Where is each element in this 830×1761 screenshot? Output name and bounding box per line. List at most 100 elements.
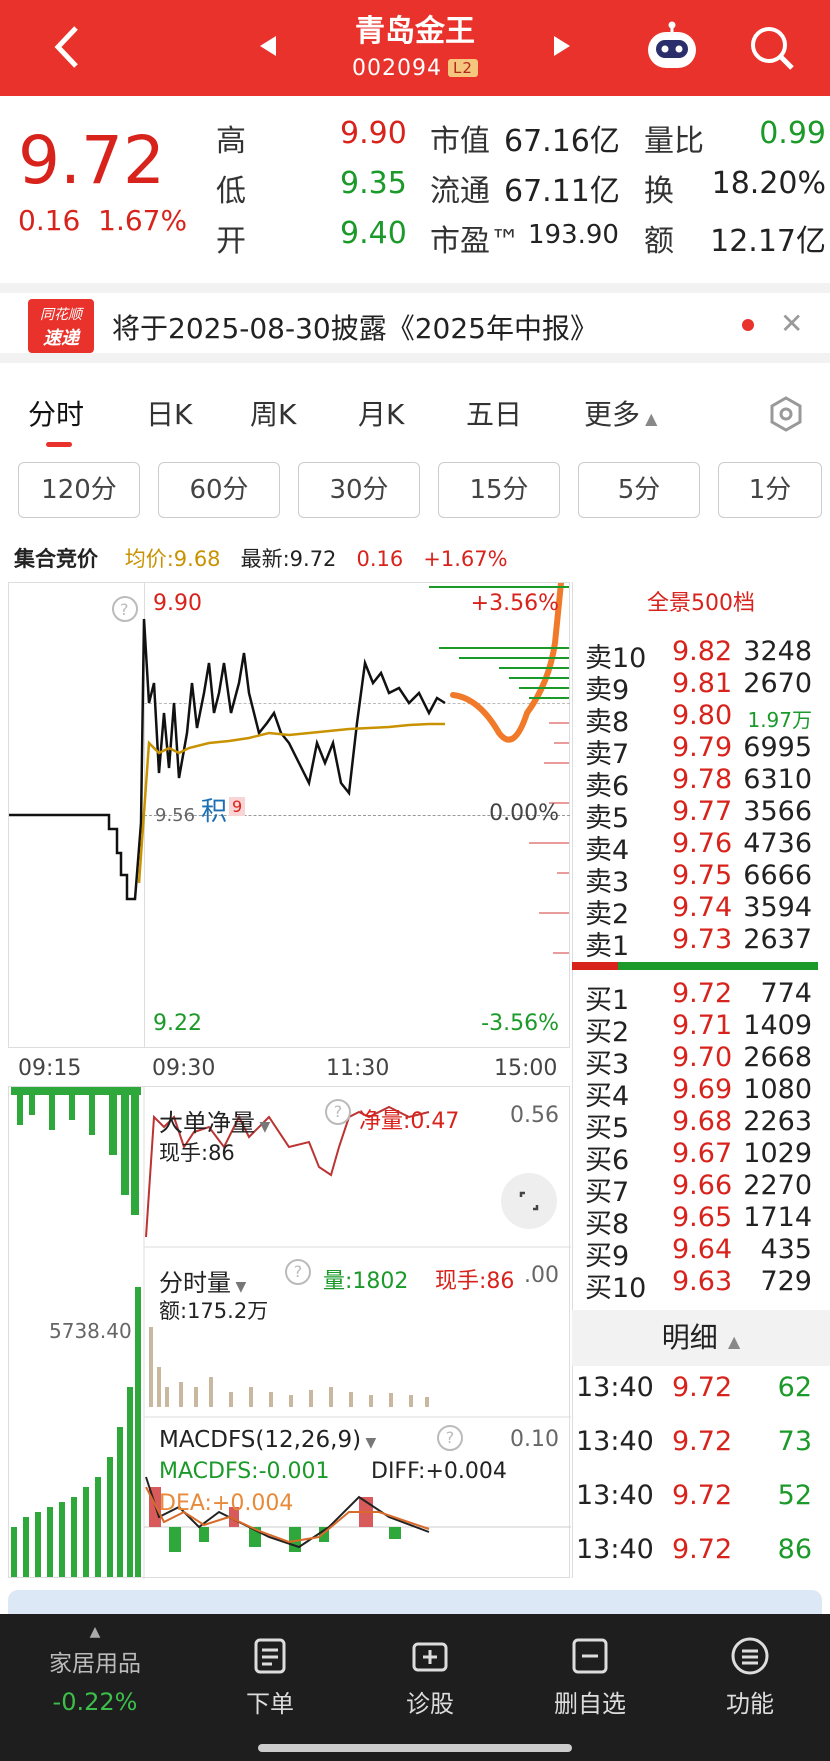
- amount-label: 额: [644, 224, 674, 259]
- unread-dot: [742, 319, 754, 331]
- netflow-hand: 现手:86: [159, 1141, 235, 1165]
- high-label: 高: [216, 124, 246, 159]
- remove-watchlist-button[interactable]: 删自选: [520, 1636, 660, 1719]
- pe-value: 193.90: [528, 220, 619, 250]
- open-value: 9.40: [340, 216, 407, 251]
- volume-ratio-label: 量比: [644, 124, 704, 159]
- volume-value: 量:1802: [323, 1269, 409, 1294]
- orderbook-title[interactable]: 全景500档: [572, 582, 830, 626]
- time-1500: 15:00: [494, 1056, 558, 1081]
- notice-badge: 同花顺 速递: [28, 299, 94, 353]
- intraday-chart[interactable]: ? 9.90 +3.56% 0.00% 9.56 积 9 9.22 -3.56%: [8, 582, 570, 1048]
- diff-value: DIFF:+0.004: [371, 1459, 507, 1484]
- stock-code-line: 002094 L2: [0, 56, 830, 81]
- tab-intraday[interactable]: 分时: [28, 393, 84, 433]
- top-bar: 青岛金王 002094 L2: [0, 0, 830, 96]
- function-button[interactable]: 功能: [680, 1636, 820, 1719]
- fullscreen-icon[interactable]: [501, 1173, 557, 1229]
- sector-arrow-icon: ▲: [89, 1624, 101, 1640]
- dea-value: DEA:+0.004: [159, 1491, 294, 1516]
- period-1min[interactable]: 1分: [718, 462, 822, 518]
- detail-header[interactable]: 明细 ▲: [572, 1310, 830, 1366]
- time-0930: 09:30: [152, 1056, 216, 1081]
- period-15min[interactable]: 15分: [438, 462, 560, 518]
- accumulation-badge[interactable]: 积: [201, 791, 227, 828]
- volume-amount: 额:175.2万: [159, 1299, 269, 1323]
- market-cap-value: 67.16亿: [504, 124, 620, 159]
- tab-daily-k[interactable]: 日K: [146, 393, 192, 433]
- volume-title[interactable]: 分时量 ▼: [159, 1263, 246, 1298]
- volume-scale: .00: [524, 1263, 559, 1288]
- volume-hand: 现手:86: [435, 1269, 515, 1294]
- period-30min[interactable]: 30分: [298, 462, 420, 518]
- sector-button[interactable]: ▲ 家居用品 -0.22%: [0, 1624, 190, 1716]
- tab-more[interactable]: 更多 ▲: [584, 393, 657, 433]
- time-1130: 11:30: [326, 1056, 390, 1081]
- turnover-label: 换: [644, 174, 674, 209]
- tab-weekly-k[interactable]: 周K: [250, 393, 296, 433]
- chart-pct-high: +3.56%: [470, 591, 559, 616]
- period-120min[interactable]: 120分: [18, 462, 140, 518]
- current-price: 9.72: [18, 122, 165, 199]
- bid-ask-ratio-bar: [572, 962, 818, 970]
- latest-pct: +1.67%: [423, 547, 508, 571]
- settings-icon[interactable]: [768, 396, 804, 432]
- netflow-title[interactable]: 大单净量 ▼: [159, 1103, 270, 1138]
- stock-name: 青岛金王: [355, 14, 475, 49]
- period-60min[interactable]: 60分: [158, 462, 280, 518]
- remove-icon: [572, 1638, 608, 1674]
- macd-scale: 0.10: [510, 1427, 559, 1452]
- close-icon[interactable]: ✕: [780, 307, 803, 340]
- search-icon[interactable]: [748, 24, 796, 72]
- netflow-help-icon[interactable]: ?: [325, 1099, 351, 1125]
- volume-help-icon[interactable]: ?: [285, 1259, 311, 1285]
- tab-five-day[interactable]: 五日: [466, 393, 522, 433]
- high-value: 9.90: [340, 116, 407, 151]
- svg-text:?: ?: [120, 600, 129, 619]
- netflow-scale: 0.56: [510, 1103, 559, 1128]
- chart-pct-low: -3.56%: [481, 1011, 559, 1036]
- low-value: 9.35: [340, 166, 407, 201]
- next-stock-icon[interactable]: [552, 34, 572, 58]
- chart-high-label: 9.90: [153, 591, 202, 616]
- sector-name: 家居用品: [49, 1651, 141, 1677]
- avg-price: 均价:9.68: [124, 547, 221, 571]
- chart-pct-zero: 0.00%: [489, 801, 559, 826]
- netflow-value: 净量:0.47: [359, 1109, 460, 1134]
- home-indicator: [258, 1744, 572, 1752]
- float-cap-label: 流通: [430, 174, 490, 209]
- notice-text: 将于2025-08-30披露《2025年中报》: [112, 312, 598, 345]
- chart-low-label: 9.22: [153, 1011, 202, 1036]
- turnover-value: 18.20%: [711, 166, 826, 201]
- price-line-svg: ?: [9, 583, 569, 954]
- active-tab-indicator: [46, 442, 72, 447]
- time-0915: 09:15: [18, 1056, 82, 1081]
- diagnose-icon: [412, 1642, 448, 1672]
- latest-change: 0.16: [356, 547, 404, 571]
- pe-label: 市盈™: [430, 224, 520, 259]
- accumulation-count: 9: [229, 797, 246, 816]
- tab-monthly-k[interactable]: 月K: [358, 393, 404, 433]
- diagnose-button[interactable]: 诊股: [360, 1636, 500, 1719]
- indicator-panels[interactable]: 大单净量 ▼ ? 净量:0.47 0.56 现手:86 分时量 ▼ ? 量:18…: [8, 1086, 571, 1579]
- stock-code: 002094: [352, 56, 443, 81]
- notice-bar[interactable]: 同花顺 速递 将于2025-08-30披露《2025年中报》 ✕: [0, 283, 830, 363]
- open-label: 开: [216, 224, 246, 259]
- market-cap-label: 市值: [430, 124, 490, 159]
- amount-value: 12.17亿: [710, 224, 826, 259]
- period-5min[interactable]: 5分: [578, 462, 700, 518]
- low-label: 低: [216, 174, 246, 209]
- price-info-line: 集合竞价 均价:9.68 最新:9.72 0.16 +1.67%: [14, 543, 554, 573]
- float-cap-value: 67.11亿: [504, 174, 620, 209]
- level-badge: L2: [448, 59, 478, 77]
- volume-ratio-value: 0.99: [759, 116, 826, 151]
- sector-change: -0.22%: [52, 1688, 138, 1716]
- robot-assistant-icon[interactable]: [644, 20, 700, 72]
- latest-price: 最新:9.72: [240, 547, 337, 571]
- macd-title[interactable]: MACDFS(12,26,9) ▼: [159, 1427, 376, 1453]
- macd-help-icon[interactable]: ?: [437, 1425, 463, 1451]
- order-icon: [254, 1638, 286, 1674]
- menu-icon: [731, 1637, 769, 1675]
- order-button[interactable]: 下单: [200, 1636, 340, 1719]
- auction-label: 集合竞价: [14, 547, 98, 571]
